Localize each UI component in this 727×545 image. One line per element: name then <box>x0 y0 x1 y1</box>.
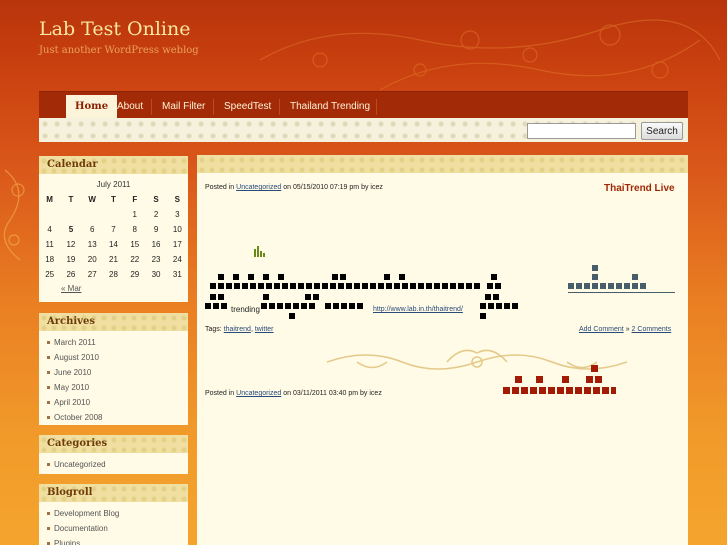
blogroll-link[interactable]: Plugins <box>47 536 188 545</box>
calendar-widget-title: Calendar <box>39 156 188 174</box>
pixel <box>515 376 522 383</box>
blogroll-link[interactable]: Development Blog <box>47 506 188 521</box>
calendar-day-linked[interactable]: 5 <box>60 222 81 237</box>
calendar-widget: Calendar July 2011 M T W T F S S 1 2 3 4… <box>39 156 188 302</box>
calendar-day: 26 <box>66 270 76 279</box>
nav-item-speedtest[interactable]: SpeedTest <box>215 95 280 119</box>
calendar-day: 14 <box>109 240 118 249</box>
blogroll-widget: Blogroll Development Blog Documentation … <box>39 484 188 545</box>
nav-item-mail-filter[interactable]: Mail Filter <box>153 95 214 119</box>
pixel-line <box>503 387 616 394</box>
calendar-day: 10 <box>172 225 182 234</box>
calendar-day: 20 <box>87 255 97 264</box>
calendar-day: 23 <box>151 255 161 264</box>
nav-item-about[interactable]: About <box>108 95 152 119</box>
main-content: Posted in Uncategorized on 05/15/2010 07… <box>197 155 688 545</box>
calendar-day: 15 <box>130 240 140 249</box>
archives-widget-title: Archives <box>39 313 188 331</box>
calendar-week-row: 11 12 13 14 15 16 17 <box>39 237 188 252</box>
archive-link[interactable]: May 2010 <box>47 380 188 395</box>
site-title-link[interactable]: Lab Test Online <box>39 18 190 40</box>
weekday-header: T <box>111 195 116 204</box>
blogroll-widget-title: Blogroll <box>39 484 188 502</box>
calendar-week-row: 1 2 3 <box>39 207 188 222</box>
main-navigation: Home About Mail Filter SpeedTest Thailan… <box>39 91 688 119</box>
calendar-day: 17 <box>172 240 182 249</box>
calendar-day: 18 <box>45 255 55 264</box>
pixel-red-cluster <box>197 155 688 405</box>
calendar-day: 3 <box>175 210 180 219</box>
calendar-day <box>82 207 103 222</box>
swirl-left-ornament <box>3 169 25 261</box>
calendar-table: M T W T F S S 1 2 3 4 5 6 7 8 9 10 11 12… <box>39 192 188 282</box>
weekday-header: M <box>46 195 53 204</box>
blogroll-link[interactable]: Documentation <box>47 521 188 536</box>
weekday-header: S <box>153 195 159 204</box>
calendar-day: 28 <box>109 270 118 279</box>
search-input[interactable] <box>527 123 636 139</box>
calendar-day: 2 <box>153 210 159 219</box>
calendar-day: 31 <box>172 270 182 279</box>
calendar-week-row: 25 26 27 28 29 30 31 <box>39 267 188 282</box>
archive-link[interactable]: April 2010 <box>47 395 188 410</box>
calendar-day: 12 <box>66 240 76 249</box>
calendar-day: 1 <box>132 210 137 219</box>
calendar-day: 27 <box>87 270 97 279</box>
categories-list: Uncategorized <box>39 453 188 472</box>
calendar-day <box>60 207 81 222</box>
archive-link[interactable]: October 2008 <box>47 410 188 425</box>
archive-link[interactable]: June 2010 <box>47 365 188 380</box>
calendar-week-row: 18 19 20 21 22 23 24 <box>39 252 188 267</box>
calendar-day: 13 <box>87 240 97 249</box>
site-description: Just another WordPress weblog <box>39 45 199 56</box>
categories-widget-title: Categories <box>39 435 188 453</box>
weekday-header: S <box>174 195 181 204</box>
category-link[interactable]: Uncategorized <box>47 457 188 472</box>
calendar-day: 21 <box>109 255 118 264</box>
calendar-day: 11 <box>45 240 54 249</box>
calendar-day: 30 <box>151 270 161 279</box>
calendar-weekday-row: M T W T F S S <box>39 192 188 207</box>
calendar-day: 16 <box>151 240 161 249</box>
calendar-day: 22 <box>130 255 140 264</box>
nav-separator <box>213 99 214 115</box>
archive-link[interactable]: March 2011 <box>47 335 188 350</box>
nav-item-thailand-trending[interactable]: Thailand Trending <box>281 95 379 119</box>
nav-separator <box>279 99 280 115</box>
pixel <box>536 376 543 383</box>
pixel <box>586 376 593 383</box>
calendar-day: 25 <box>45 270 55 279</box>
nav-separator <box>376 99 377 115</box>
calendar-week-row: 4 5 6 7 8 9 10 <box>39 222 188 237</box>
calendar-day: 7 <box>111 225 116 234</box>
calendar-caption: July 2011 <box>96 180 131 189</box>
blogroll-list: Development Blog Documentation Plugins <box>39 502 188 545</box>
weekday-header: F <box>132 195 138 204</box>
calendar-day <box>39 207 60 222</box>
weekday-header: W <box>88 195 96 204</box>
calendar-day: 29 <box>130 270 140 279</box>
pixel <box>595 376 602 383</box>
archives-list: March 2011 August 2010 June 2010 May 201… <box>39 331 188 425</box>
search-button[interactable]: Search <box>641 122 683 140</box>
nav-separator <box>151 99 152 115</box>
pixel <box>562 376 569 383</box>
weekday-header: T <box>68 195 74 204</box>
calendar-day: 8 <box>132 225 137 234</box>
archives-widget: Archives March 2011 August 2010 June 201… <box>39 313 188 425</box>
categories-widget: Categories Uncategorized <box>39 435 188 474</box>
archive-link[interactable]: August 2010 <box>47 350 188 365</box>
calendar-day: 9 <box>153 225 159 234</box>
calendar-day: 24 <box>172 255 182 264</box>
calendar-day: 4 <box>47 225 52 234</box>
calendar-day: 6 <box>89 225 95 234</box>
calendar-day: 19 <box>66 255 76 264</box>
calendar-day <box>103 207 124 222</box>
pixel <box>591 365 598 372</box>
calendar-prev-month-link[interactable]: « Mar <box>39 282 188 296</box>
